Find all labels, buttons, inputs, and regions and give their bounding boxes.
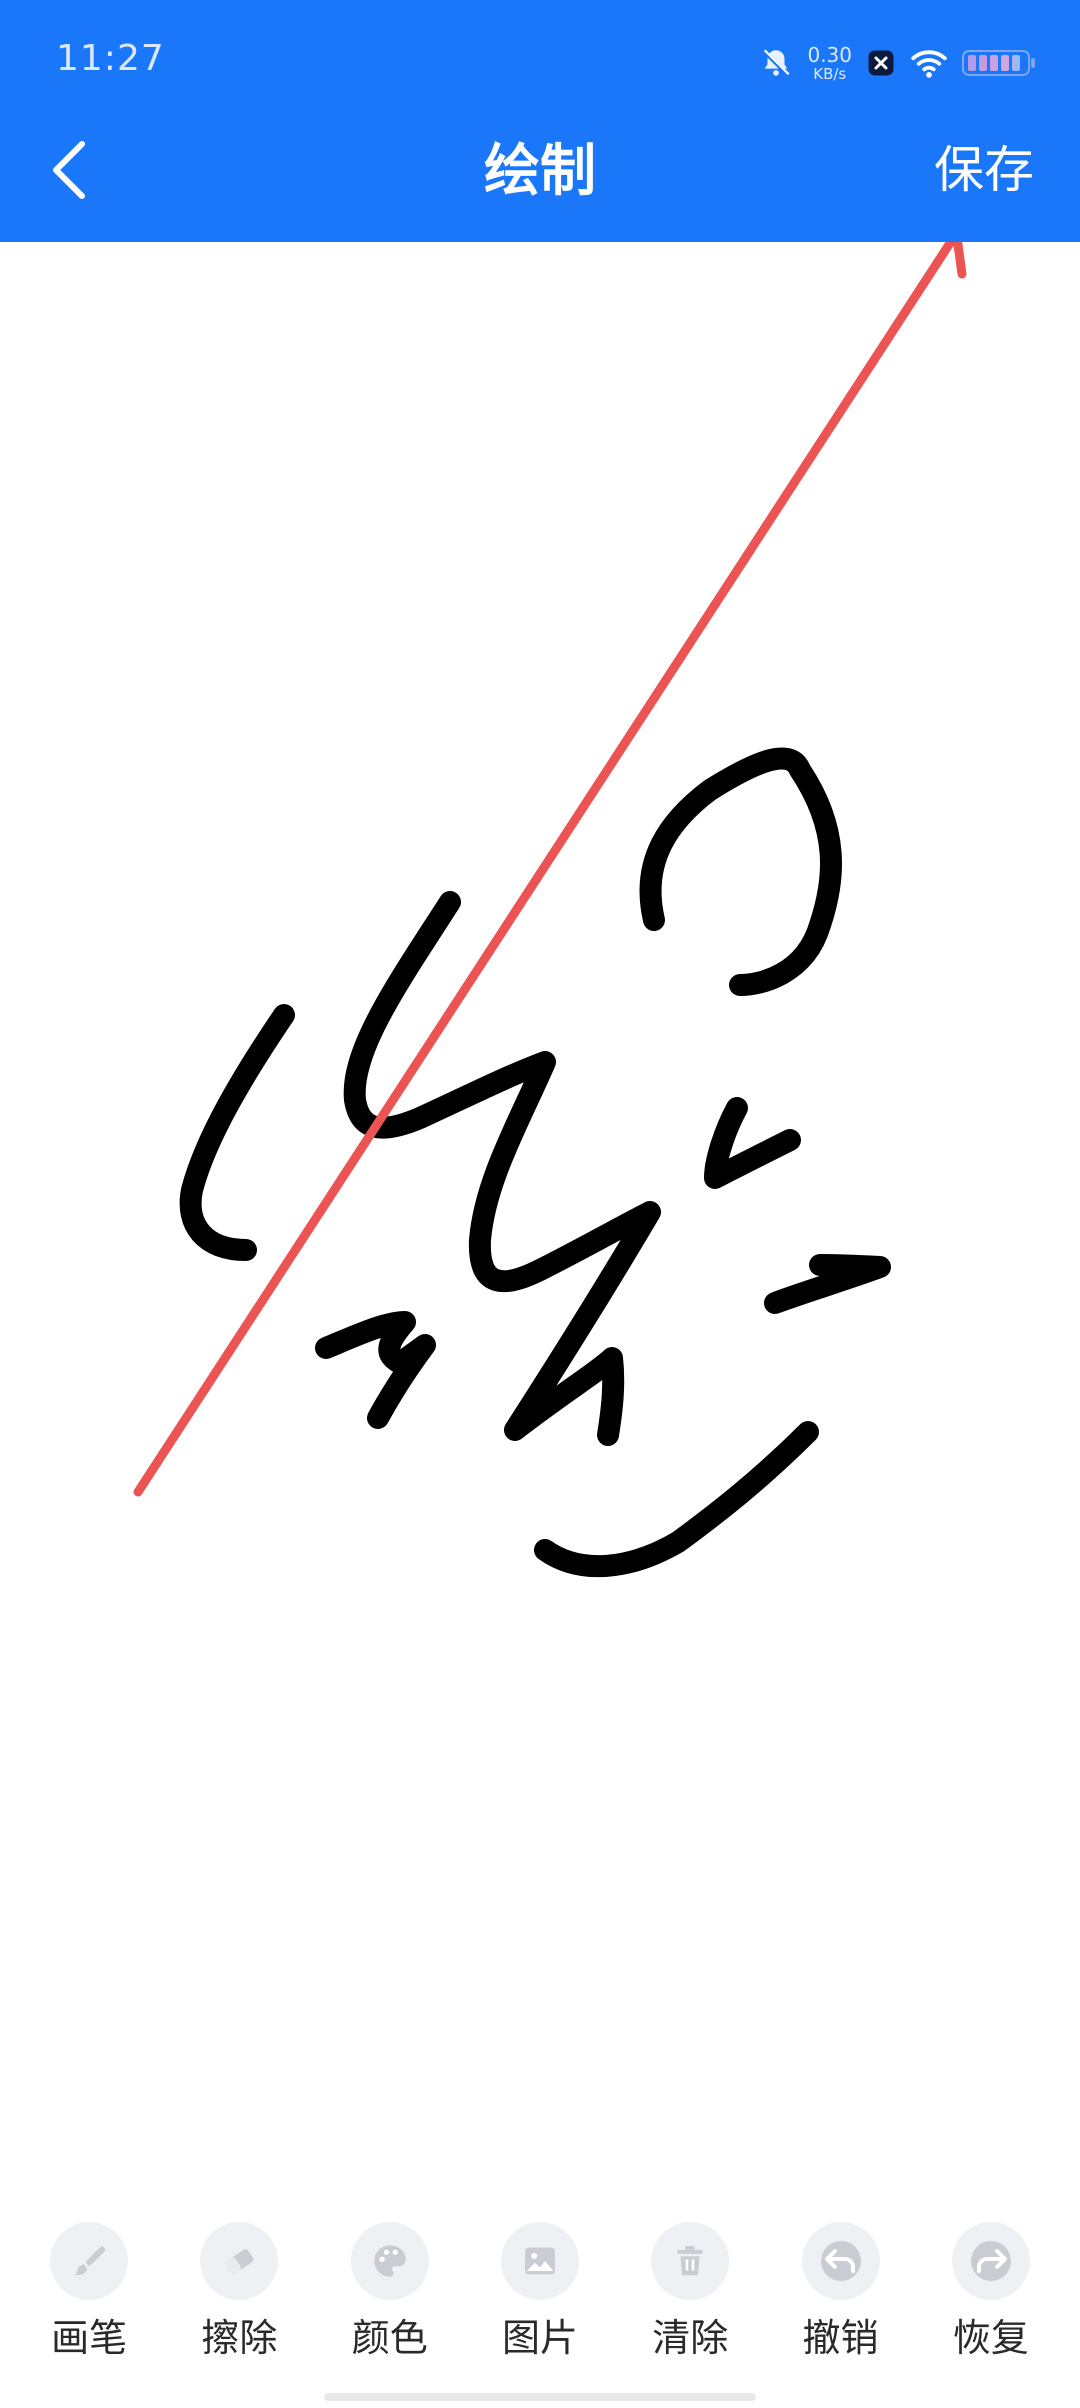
network-speed-unit: KB/s (813, 64, 847, 83)
palette-icon (350, 2222, 429, 2300)
page-title: 绘制 (484, 139, 596, 204)
tool-redo[interactable]: 恢复 (931, 2222, 1051, 2360)
tool-label: 恢复 (952, 2316, 1029, 2360)
ink-stroke (764, 1254, 891, 1314)
tool-color[interactable]: 颜色 (330, 2222, 450, 2360)
battery-icon (962, 48, 1036, 78)
ink-stroke (639, 747, 843, 996)
ink-stroke (704, 1097, 801, 1189)
wifi-icon (910, 47, 948, 79)
ink-stroke (179, 1004, 295, 1261)
bell-muted-icon (759, 46, 793, 80)
trash-icon (651, 2222, 730, 2300)
drawing-canvas[interactable] (0, 225, 1080, 2222)
status-icons: 0.30 KB/s (759, 42, 1036, 84)
home-indicator[interactable] (324, 2393, 756, 2401)
tool-label: 撤销 (802, 2316, 879, 2360)
tool-image[interactable]: 图片 (480, 2222, 600, 2360)
tool-clear[interactable]: 清除 (630, 2222, 750, 2360)
brush-icon (50, 2222, 129, 2300)
tool-eraser[interactable]: 擦除 (179, 2222, 299, 2360)
tool-label: 擦除 (201, 2316, 278, 2360)
drawing-strokes (133, 225, 967, 1578)
tool-label: 图片 (501, 2316, 578, 2360)
save-button[interactable]: 保存 (934, 138, 1034, 202)
ink-stroke (534, 1421, 819, 1578)
back-button[interactable] (38, 132, 102, 212)
network-speed: 0.30 KB/s (807, 45, 852, 82)
tool-undo[interactable]: 撤销 (781, 2222, 901, 2360)
bottom-toolbar: 画笔 擦除 颜色 图片 清除 撤销 恢复 (0, 2222, 1080, 2392)
ink-stroke (315, 1311, 436, 1429)
redo-icon (951, 2222, 1030, 2300)
image-icon (500, 2222, 579, 2300)
status-time: 11:27 (56, 38, 165, 79)
tool-label: 颜色 (351, 2316, 428, 2360)
chevron-left-icon (48, 138, 92, 206)
app-x-icon (866, 48, 896, 78)
tool-label: 清除 (652, 2316, 729, 2360)
drawing-screen: 11:27 0.30 KB/s 绘制 保存 画笔 擦除 颜色 图片 清除 撤销 … (0, 0, 1080, 2408)
tool-label: 画笔 (51, 2316, 128, 2360)
undo-icon (801, 2222, 880, 2300)
network-speed-value: 0.30 (807, 42, 852, 67)
eraser-icon (200, 2222, 279, 2300)
tool-brush[interactable]: 画笔 (29, 2222, 149, 2360)
header: 11:27 0.30 KB/s 绘制 保存 (0, 0, 1080, 242)
